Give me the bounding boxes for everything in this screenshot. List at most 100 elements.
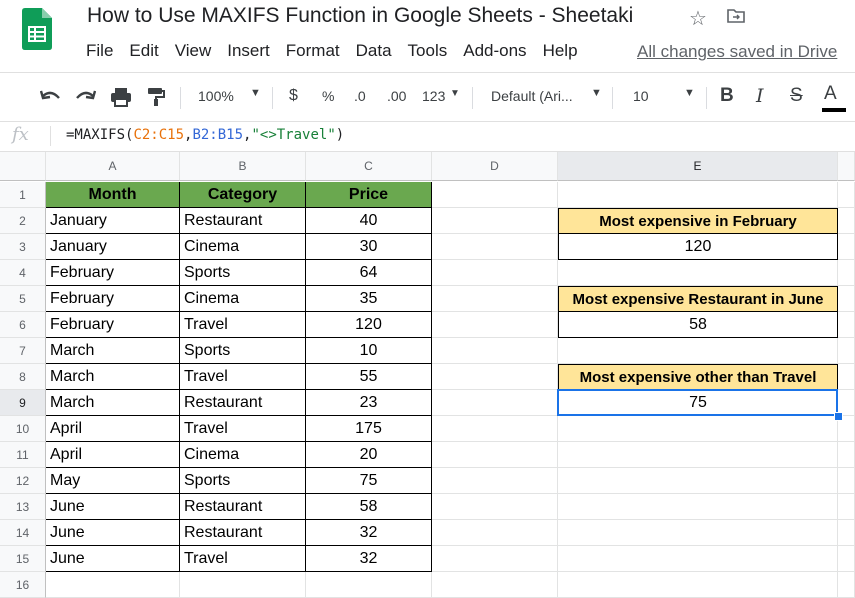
strikethrough-button[interactable]: S (790, 85, 803, 107)
empty-cell[interactable] (432, 572, 558, 598)
empty-cell[interactable] (432, 260, 558, 286)
category-cell[interactable]: Restaurant (180, 390, 306, 416)
move-to-folder-icon[interactable] (727, 9, 745, 23)
empty-cell[interactable] (558, 494, 838, 520)
price-cell[interactable]: 75 (306, 468, 432, 494)
empty-cell[interactable] (838, 364, 855, 390)
result-value[interactable]: 75 (558, 390, 838, 416)
row-header-11[interactable]: 11 (0, 442, 46, 468)
menu-edit[interactable]: Edit (129, 41, 158, 63)
spreadsheet-grid[interactable]: A B C D E 1 2 3 4 5 6 7 8 9 10 11 12 13 14 15 16 Month Categor… (0, 152, 855, 598)
price-cell[interactable]: 64 (306, 260, 432, 286)
undo-icon[interactable] (40, 89, 62, 105)
empty-cell[interactable] (838, 520, 855, 546)
more-formats-button[interactable]: 123 (422, 88, 445, 104)
row-header-2[interactable]: 2 (0, 208, 46, 234)
font-select[interactable]: Default (Ari... (491, 88, 573, 104)
font-dropdown-icon[interactable]: ▼ (591, 87, 602, 99)
table-header-category[interactable]: Category (180, 182, 306, 208)
empty-cell[interactable] (432, 182, 558, 208)
empty-cell[interactable] (838, 572, 855, 598)
row-header-7[interactable]: 7 (0, 338, 46, 364)
month-cell[interactable]: February (46, 286, 180, 312)
font-size-dropdown-icon[interactable]: ▼ (684, 87, 695, 99)
increase-decimal-button[interactable]: .00 (387, 88, 406, 104)
empty-cell[interactable] (558, 546, 838, 572)
select-all-corner[interactable] (0, 152, 46, 181)
menu-format[interactable]: Format (286, 41, 340, 63)
row-header-12[interactable]: 12 (0, 468, 46, 494)
empty-cell[interactable] (558, 416, 838, 442)
column-header-e[interactable]: E (558, 152, 838, 181)
price-cell[interactable]: 23 (306, 390, 432, 416)
empty-cell[interactable] (432, 494, 558, 520)
category-cell[interactable]: Sports (180, 260, 306, 286)
empty-cell[interactable] (432, 416, 558, 442)
category-cell[interactable]: Cinema (180, 234, 306, 260)
empty-cell[interactable] (838, 286, 855, 312)
currency-button[interactable]: $ (289, 87, 298, 105)
month-cell[interactable]: February (46, 312, 180, 338)
empty-cell[interactable] (180, 572, 306, 598)
row-header-8[interactable]: 8 (0, 364, 46, 390)
zoom-select[interactable]: 100% (198, 88, 234, 104)
month-cell[interactable]: June (46, 520, 180, 546)
category-cell[interactable]: Restaurant (180, 208, 306, 234)
month-cell[interactable]: April (46, 442, 180, 468)
menu-addons[interactable]: Add-ons (463, 41, 526, 63)
price-cell[interactable]: 10 (306, 338, 432, 364)
column-header-a[interactable]: A (46, 152, 180, 181)
category-cell[interactable]: Restaurant (180, 520, 306, 546)
month-cell[interactable]: June (46, 546, 180, 572)
empty-cell[interactable] (558, 442, 838, 468)
percent-button[interactable]: % (322, 88, 334, 104)
empty-cell[interactable] (432, 286, 558, 312)
result-value[interactable]: 120 (558, 234, 838, 260)
empty-cell[interactable] (838, 182, 855, 208)
price-cell[interactable]: 32 (306, 520, 432, 546)
row-header-1[interactable]: 1 (0, 182, 46, 208)
empty-cell[interactable] (558, 260, 838, 286)
menu-data[interactable]: Data (356, 41, 392, 63)
price-cell[interactable]: 32 (306, 546, 432, 572)
decrease-decimal-button[interactable]: .0 (354, 88, 366, 104)
category-cell[interactable]: Cinema (180, 442, 306, 468)
font-size-select[interactable]: 10 (633, 88, 649, 104)
price-cell[interactable]: 58 (306, 494, 432, 520)
row-header-14[interactable]: 14 (0, 520, 46, 546)
category-cell[interactable]: Sports (180, 468, 306, 494)
category-cell[interactable]: Sports (180, 338, 306, 364)
month-cell[interactable]: March (46, 364, 180, 390)
empty-cell[interactable] (432, 390, 558, 416)
star-icon[interactable]: ☆ (689, 6, 707, 31)
price-cell[interactable]: 30 (306, 234, 432, 260)
print-icon[interactable] (110, 87, 132, 107)
result-value[interactable]: 58 (558, 312, 838, 338)
empty-cell[interactable] (306, 572, 432, 598)
row-header-13[interactable]: 13 (0, 494, 46, 520)
table-header-month[interactable]: Month (46, 182, 180, 208)
column-header-d[interactable]: D (432, 152, 558, 181)
category-cell[interactable]: Cinema (180, 286, 306, 312)
empty-cell[interactable] (558, 520, 838, 546)
price-cell[interactable]: 120 (306, 312, 432, 338)
column-header-c[interactable]: C (306, 152, 432, 181)
month-cell[interactable]: June (46, 494, 180, 520)
empty-cell[interactable] (838, 468, 855, 494)
empty-cell[interactable] (838, 546, 855, 572)
empty-cell[interactable] (838, 442, 855, 468)
row-header-9[interactable]: 9 (0, 390, 46, 416)
result-label[interactable]: Most expensive Restaurant in June (558, 286, 838, 312)
column-header-f[interactable] (838, 152, 855, 181)
empty-cell[interactable] (432, 208, 558, 234)
empty-cell[interactable] (838, 494, 855, 520)
category-cell[interactable]: Travel (180, 364, 306, 390)
fill-handle[interactable] (834, 412, 843, 421)
month-cell[interactable]: May (46, 468, 180, 494)
more-formats-dropdown-icon[interactable]: ▼ (450, 88, 460, 99)
bold-button[interactable]: B (720, 85, 734, 107)
month-cell[interactable]: February (46, 260, 180, 286)
empty-cell[interactable] (432, 442, 558, 468)
paint-format-icon[interactable] (146, 87, 166, 107)
redo-icon[interactable] (74, 89, 96, 105)
